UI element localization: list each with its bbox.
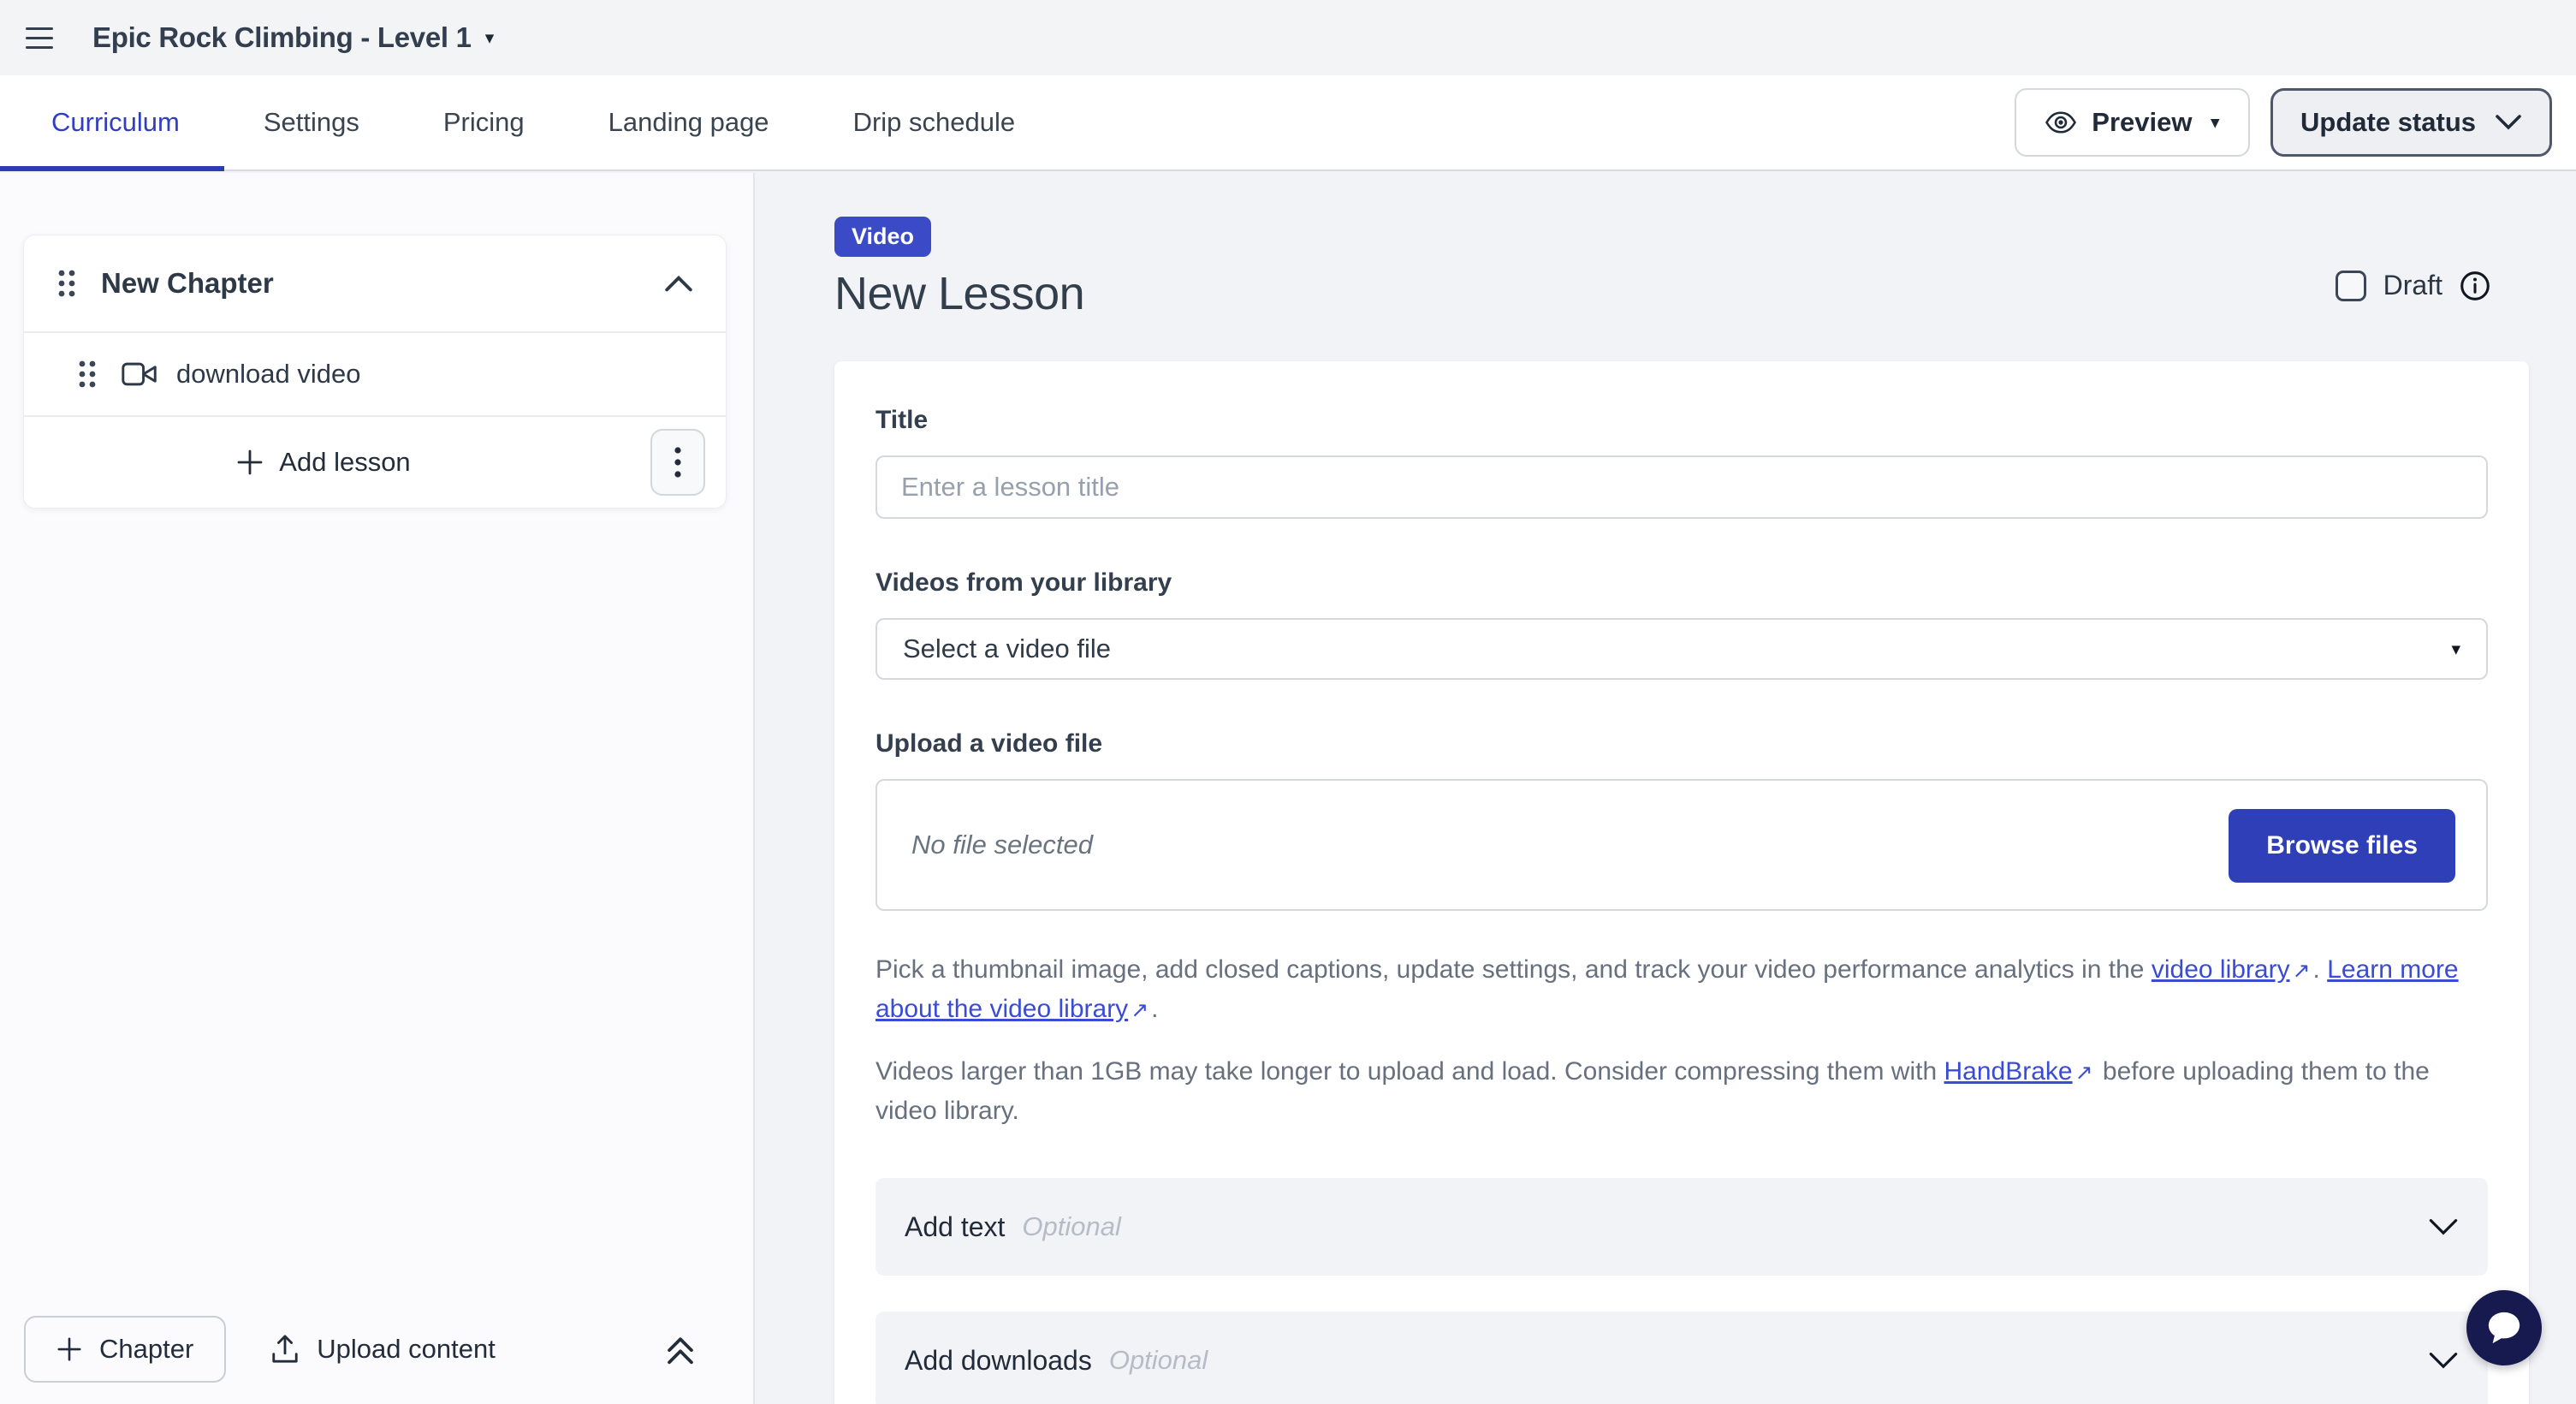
help-text: . [2313, 955, 2328, 984]
content: New Chapter [0, 173, 2576, 1404]
video-library-help-text: Pick a thumbnail image, add closed capti… [875, 950, 2488, 1028]
preview-label: Preview [2092, 107, 2192, 138]
tab-landing-page[interactable]: Landing page [608, 107, 769, 138]
add-text-accordion[interactable]: Add text Optional [875, 1178, 2488, 1276]
course-switcher-caret-icon[interactable]: ▾ [485, 27, 495, 49]
lesson-title-input[interactable] [875, 455, 2488, 519]
update-status-chevron-icon [2495, 114, 2522, 131]
add-chapter-button[interactable]: Chapter [24, 1316, 226, 1383]
lesson-heading: New Lesson [834, 267, 2529, 320]
add-lesson-button[interactable]: Add lesson [236, 447, 410, 478]
chevron-down-icon [2428, 1217, 2459, 1237]
tab-settings[interactable]: Settings [264, 107, 359, 138]
upload-icon [270, 1334, 300, 1365]
upload-content-label: Upload content [317, 1334, 496, 1365]
lesson-form-card: Title Videos from your library Select a … [834, 361, 2529, 1404]
chat-bubble-icon [2484, 1309, 2524, 1347]
drag-handle-icon[interactable] [56, 268, 77, 299]
chapter-card: New Chapter [23, 235, 727, 509]
tabbar-actions: Preview ▾ Update status [2015, 88, 2576, 157]
update-status-button[interactable]: Update status [2270, 88, 2552, 157]
info-icon[interactable] [2460, 271, 2490, 301]
upload-field-label: Upload a video file [875, 729, 2488, 759]
video-library-select-value: Select a video file [903, 634, 1111, 664]
video-library-select[interactable]: Select a video file ▾ [875, 618, 2488, 680]
no-file-text: No file selected [911, 830, 1093, 860]
tab-drip-schedule[interactable]: Drip schedule [853, 107, 1016, 138]
add-chapter-label: Chapter [99, 1334, 193, 1365]
title-field-label: Title [875, 406, 2488, 435]
chapter-title: New Chapter [101, 267, 274, 300]
optional-hint: Optional [1022, 1211, 1120, 1242]
chat-widget-button[interactable] [2466, 1290, 2542, 1365]
chapter-header[interactable]: New Chapter [24, 235, 726, 331]
optional-hint: Optional [1109, 1345, 1208, 1376]
external-link-icon: ↗ [1128, 994, 1151, 1026]
draft-label: Draft [2383, 270, 2442, 301]
draft-checkbox[interactable] [2336, 271, 2366, 301]
curriculum-sidebar: New Chapter [0, 173, 755, 1404]
file-upload-dropzone[interactable]: No file selected Browse files [875, 779, 2488, 911]
tab-curriculum[interactable]: Curriculum [51, 107, 180, 138]
hamburger-menu-icon[interactable] [26, 23, 58, 52]
help-text: . [1151, 995, 1158, 1023]
kebab-icon [674, 445, 681, 479]
library-field-label: Videos from your library [875, 568, 2488, 598]
help-text: Pick a thumbnail image, add closed capti… [875, 955, 2152, 984]
course-title[interactable]: Epic Rock Climbing - Level 1 [92, 21, 472, 54]
course-builder-app: Epic Rock Climbing - Level 1 ▾ Curriculu… [0, 0, 2576, 1404]
browse-files-button[interactable]: Browse files [2229, 809, 2455, 883]
topbar: Epic Rock Climbing - Level 1 ▾ [0, 0, 2576, 75]
chevron-up-icon[interactable] [664, 274, 693, 293]
eye-icon [2045, 111, 2076, 134]
lesson-header: Video New Lesson Draft [834, 217, 2529, 320]
chevron-down-icon [2428, 1351, 2459, 1371]
tabbar: Curriculum Settings Pricing Landing page… [0, 75, 2576, 171]
plus-icon [236, 449, 264, 476]
video-library-link[interactable]: video library [2152, 955, 2290, 984]
update-status-label: Update status [2300, 107, 2476, 138]
upload-content-button[interactable]: Upload content [270, 1334, 496, 1365]
add-lesson-label: Add lesson [279, 447, 410, 478]
select-caret-icon: ▾ [2451, 639, 2460, 660]
add-downloads-label: Add downloads [905, 1345, 1092, 1377]
drag-handle-icon[interactable] [77, 359, 98, 390]
collapse-all-icon[interactable] [664, 1332, 697, 1366]
tab-pricing[interactable]: Pricing [443, 107, 525, 138]
video-camera-icon [122, 361, 157, 387]
external-link-icon: ↗ [2290, 955, 2313, 987]
add-text-label: Add text [905, 1211, 1005, 1243]
preview-caret-icon: ▾ [2211, 113, 2219, 133]
sidebar-footer: Chapter Upload content [0, 1315, 753, 1383]
lesson-title: download video [176, 359, 360, 390]
help-text: Videos larger than 1GB may take longer t… [875, 1057, 1944, 1086]
draft-toggle: Draft [2336, 270, 2490, 301]
external-link-icon: ↗ [2073, 1056, 2096, 1089]
tabs: Curriculum Settings Pricing Landing page… [0, 107, 1015, 138]
active-tab-underline [0, 166, 224, 171]
handbrake-link[interactable]: HandBrake [1944, 1057, 2073, 1086]
compression-help-text: Videos larger than 1GB may take longer t… [875, 1052, 2488, 1130]
plus-icon [56, 1336, 82, 1362]
chapter-menu-button[interactable] [650, 429, 705, 496]
preview-button[interactable]: Preview ▾ [2015, 88, 2250, 157]
lesson-item[interactable]: download video [24, 333, 726, 415]
lesson-type-badge: Video [834, 217, 931, 257]
lesson-editor: Video New Lesson Draft Title [755, 173, 2576, 1404]
add-downloads-accordion[interactable]: Add downloads Optional [875, 1312, 2488, 1404]
chapter-footer: Add lesson [24, 417, 726, 508]
